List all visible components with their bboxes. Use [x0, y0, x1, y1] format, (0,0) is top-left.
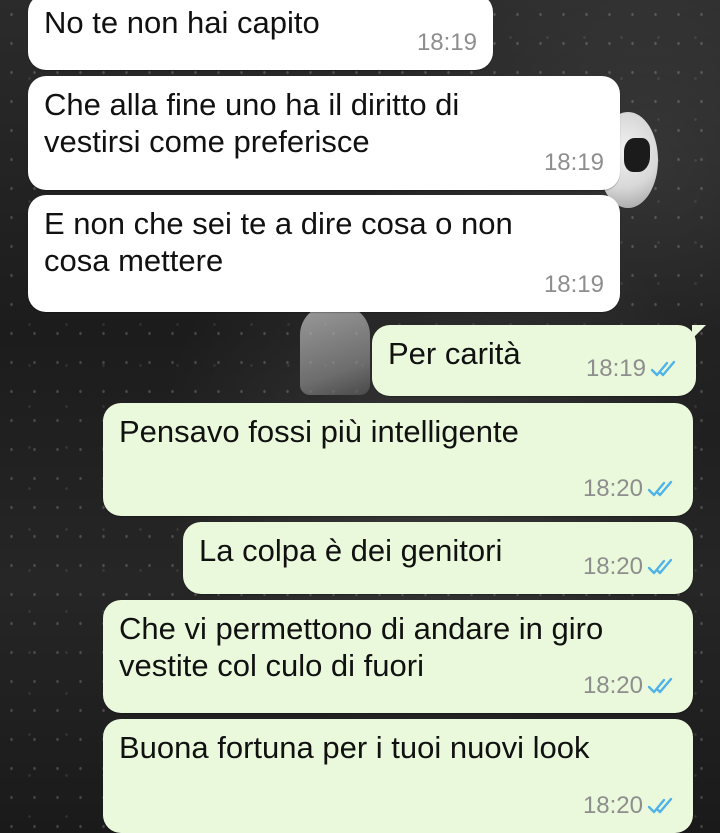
- message-time: 18:19: [543, 149, 604, 176]
- message-time: 18:20: [582, 792, 643, 819]
- message-bubble-outgoing[interactable]: Per carità 18:19: [372, 325, 706, 396]
- message-text: Che alla fine uno ha il diritto di vesti…: [44, 87, 460, 159]
- message-meta: 18:20: [583, 548, 677, 585]
- message-meta: 18:20: [583, 470, 677, 507]
- message-time: 18:19: [416, 29, 477, 56]
- message-bubble-outgoing[interactable]: La colpa è dei genitori 18:20: [183, 522, 693, 594]
- message-meta: 18:20: [583, 787, 677, 824]
- double-check-icon: [650, 360, 680, 378]
- message-meta: 18:20: [583, 667, 677, 704]
- double-check-icon: [647, 558, 677, 576]
- bubble-tail: [692, 325, 706, 339]
- double-check-icon: [647, 797, 677, 815]
- message-time: 18:20: [582, 672, 643, 699]
- message-text: Pensavo fossi più intelligente: [119, 414, 519, 449]
- double-check-icon: [647, 677, 677, 695]
- message-meta: 18:19: [586, 350, 680, 387]
- message-text: E non che sei te a dire cosa o non cosa …: [44, 206, 513, 278]
- message-bubble-outgoing[interactable]: Pensavo fossi più intelligente 18:20: [103, 403, 693, 516]
- message-meta: 18:19: [417, 24, 477, 61]
- double-check-icon: [647, 480, 677, 498]
- message-bubble-outgoing[interactable]: Buona fortuna per i tuoi nuovi look 18:2…: [103, 719, 693, 833]
- message-bubble-incoming[interactable]: E non che sei te a dire cosa o non cosa …: [28, 195, 620, 312]
- message-text: No te non hai capito: [44, 5, 320, 40]
- message-text: Buona fortuna per i tuoi nuovi look: [119, 730, 590, 765]
- wallpaper-figure-image: [300, 305, 370, 395]
- message-time: 18:19: [585, 355, 646, 382]
- message-bubble-incoming[interactable]: No te non hai capito 18:19: [28, 0, 493, 70]
- message-bubble-outgoing[interactable]: Che vi permettono di andare in giro vest…: [103, 600, 693, 713]
- message-meta: 18:19: [544, 144, 604, 181]
- message-time: 18:19: [543, 271, 604, 298]
- message-bubble-incoming[interactable]: Che alla fine uno ha il diritto di vesti…: [28, 76, 620, 190]
- message-time: 18:20: [582, 553, 643, 580]
- message-meta: 18:19: [544, 266, 604, 303]
- message-time: 18:20: [582, 475, 643, 502]
